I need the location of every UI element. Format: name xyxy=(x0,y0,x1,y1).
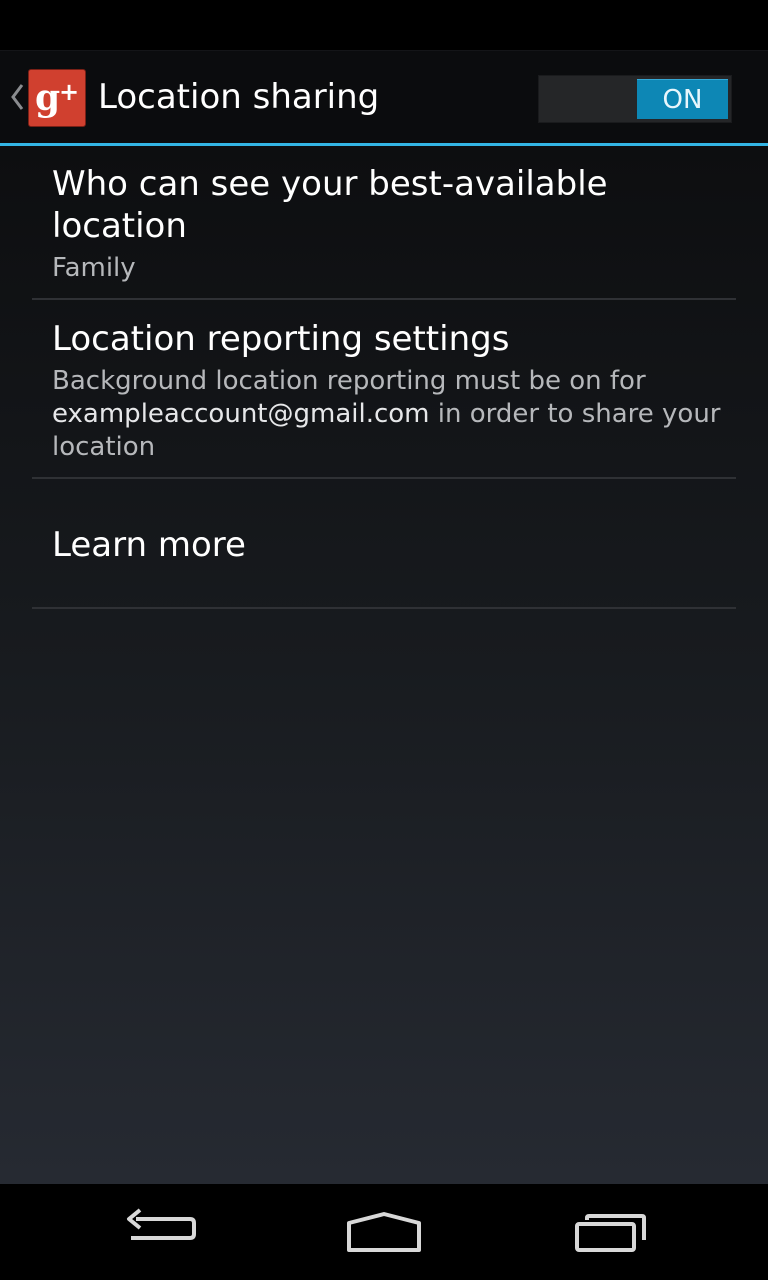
pref-title: Learn more xyxy=(52,525,246,565)
location-sharing-toggle[interactable]: ON xyxy=(538,75,732,123)
status-bar xyxy=(0,0,768,50)
page-title: Location sharing xyxy=(98,77,380,117)
preference-list: Who can see your best-available location… xyxy=(0,146,768,1184)
pref-summary: Background location reporting must be on… xyxy=(52,365,722,464)
pref-title: Location reporting settings xyxy=(52,319,510,359)
toggle-label: ON xyxy=(662,85,703,115)
chevron-left-icon[interactable] xyxy=(8,77,26,117)
recent-apps-icon[interactable] xyxy=(560,1202,660,1262)
toggle-thumb[interactable]: ON xyxy=(637,79,728,119)
account-email: exampleaccount@gmail.com xyxy=(52,399,430,429)
summary-text-before: Background location reporting must be on… xyxy=(52,366,646,396)
pref-location-reporting[interactable]: Location reporting settings Background l… xyxy=(32,300,736,479)
action-bar: g + Location sharing ON xyxy=(0,50,768,144)
pref-title: Who can see your best-available location xyxy=(52,164,608,246)
google-plus-icon[interactable]: g + xyxy=(28,69,86,127)
svg-text:+: + xyxy=(59,78,79,106)
back-arrow-icon[interactable] xyxy=(110,1202,210,1262)
pref-summary: Family xyxy=(52,253,136,283)
pref-who-can-see[interactable]: Who can see your best-available location… xyxy=(32,146,736,300)
pref-learn-more[interactable]: Learn more xyxy=(32,479,736,609)
screen: g + Location sharing ON Who can see your… xyxy=(0,0,768,1280)
navigation-bar xyxy=(0,1184,768,1280)
home-icon[interactable] xyxy=(334,1202,434,1262)
svg-text:g: g xyxy=(35,77,60,119)
